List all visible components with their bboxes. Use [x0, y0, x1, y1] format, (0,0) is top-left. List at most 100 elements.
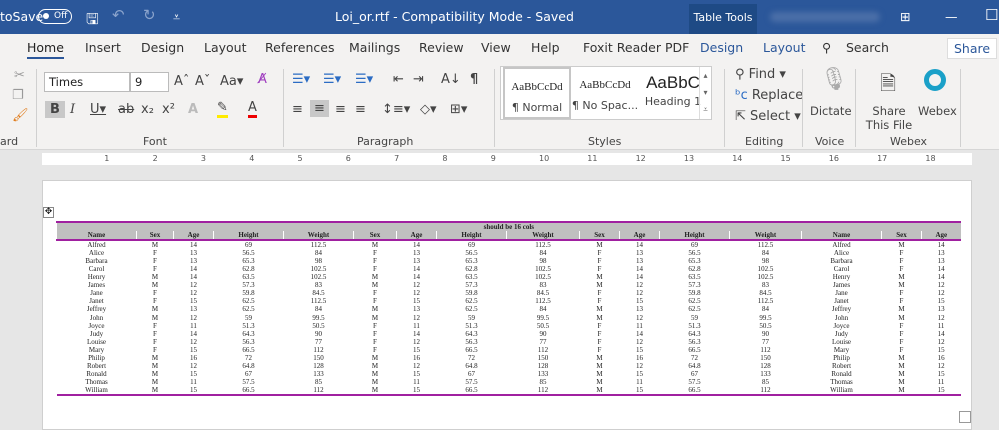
underline-button[interactable]: U▾	[90, 102, 106, 117]
bold-button[interactable]: B	[45, 101, 65, 118]
ruler-number: 11	[587, 154, 598, 163]
table-cell: M	[898, 305, 905, 314]
table-cell: M	[371, 353, 379, 362]
change-case-icon[interactable]: Aa▾	[220, 74, 243, 89]
table-cell: 11	[636, 377, 643, 386]
table-cell: 15	[190, 297, 197, 306]
table-cell: M	[596, 273, 603, 282]
ribbon-display-icon[interactable]: ⊞	[900, 9, 910, 24]
line-spacing-icon[interactable]: ↕≡▾	[382, 102, 410, 117]
format-painter-icon[interactable]: 🖌	[12, 108, 29, 123]
table-cell: 57.5	[688, 377, 701, 386]
table-cell: 128	[313, 361, 324, 370]
shading-icon[interactable]: ◇▾	[420, 102, 437, 117]
sort-icon[interactable]: A↓	[441, 72, 461, 87]
table-cell: 12	[190, 313, 197, 322]
find-button[interactable]: ⚲ Find ▾	[735, 67, 786, 82]
paragraph-group-label: Paragraph	[357, 135, 414, 148]
styles-scroll[interactable]: ▴ ▾ ⩡	[699, 67, 711, 119]
minimize-icon[interactable]: —	[945, 9, 958, 24]
tab-mailings[interactable]: Mailings	[349, 40, 400, 55]
align-right-icon[interactable]: ≡	[335, 102, 346, 117]
strikethrough-button[interactable]: ab	[118, 102, 134, 117]
grow-font-icon[interactable]: Aˆ	[174, 74, 189, 89]
table-cell: M	[371, 369, 379, 378]
column-header: Age	[920, 231, 961, 242]
align-center-icon[interactable]: ≡	[310, 100, 329, 117]
increase-indent-icon[interactable]: ⇥	[413, 72, 424, 87]
table-cell: Joyce	[88, 321, 105, 330]
font-size-input[interactable]: 9	[130, 72, 169, 92]
column-header: Age	[396, 231, 437, 242]
share-button[interactable]: Share	[947, 38, 998, 59]
customize-toolbar-icon[interactable]: ⩡	[173, 9, 180, 25]
table-cell: Ronald	[831, 369, 852, 378]
table-cell: 14	[937, 329, 945, 338]
table-cell: 13	[937, 257, 945, 266]
tab-table-design[interactable]: Design	[700, 40, 743, 55]
tab-table-layout[interactable]: Layout	[763, 40, 806, 55]
autosave-toggle[interactable]: Off	[38, 9, 72, 24]
copy-icon[interactable]: ❐	[12, 88, 24, 103]
table-cell: John	[834, 313, 849, 322]
share-this-file-button[interactable]: Share This File	[863, 104, 915, 132]
font-color-icon[interactable]: A	[248, 100, 257, 118]
text-effects-icon[interactable]: A	[188, 102, 198, 117]
cut-icon[interactable]: ✂	[14, 68, 25, 83]
borders-icon[interactable]: ⊞▾	[450, 102, 467, 117]
numbering-icon[interactable]: ☰▾	[323, 72, 341, 87]
table-cell: F	[597, 297, 602, 306]
horizontal-ruler[interactable]: 1 2 3 4 5 6 7 8 9 10 11 12 13 14 15 16 17 18	[42, 153, 972, 165]
redo-icon[interactable]: ↻	[143, 6, 156, 24]
table-cell: 98	[762, 257, 769, 266]
table-cell: M	[881, 385, 922, 396]
style-no-spacing[interactable]: AaBbCcDd ¶ No Spac...	[571, 67, 639, 119]
highlight-icon[interactable]: ✎	[217, 100, 228, 118]
undo-icon[interactable]: ↶	[112, 6, 125, 24]
maximize-icon[interactable]: ☐	[985, 6, 998, 24]
font-name-input[interactable]: Times	[44, 72, 130, 92]
table-move-handle-icon[interactable]: ✥	[43, 207, 54, 218]
table-cell: 11	[937, 321, 945, 330]
tab-foxit[interactable]: Foxit Reader PDF	[583, 40, 689, 55]
italic-button[interactable]: I	[70, 102, 75, 117]
table-cell: Barbara	[830, 257, 853, 266]
table-cell: 13	[190, 249, 197, 258]
table-cell: 14	[636, 241, 643, 250]
webex-button[interactable]: Webex	[918, 104, 957, 118]
tab-design[interactable]: Design	[141, 40, 184, 55]
style-label: Heading 1	[644, 95, 702, 108]
show-formatting-icon[interactable]: ¶	[470, 72, 478, 87]
subscript-button[interactable]: x₂	[141, 102, 154, 117]
align-left-icon[interactable]: ≡	[292, 102, 303, 117]
search-icon[interactable]: ⚲	[822, 40, 831, 55]
replace-button[interactable]: ᵇc Replace	[735, 88, 803, 103]
justify-icon[interactable]: ≡	[355, 102, 366, 117]
tab-references[interactable]: References	[265, 40, 334, 55]
clear-formatting-icon[interactable]: A̸	[258, 72, 267, 87]
style-normal[interactable]: AaBbCcDd ¶ Normal	[503, 67, 571, 119]
tab-layout[interactable]: Layout	[204, 40, 247, 55]
table-cell: Barbara	[85, 257, 108, 266]
table-cell: 102.5	[535, 273, 551, 282]
table-cell: F	[373, 345, 377, 354]
user-account[interactable]	[770, 12, 880, 22]
shrink-font-icon[interactable]: Aˇ	[195, 74, 210, 89]
multilevel-list-icon[interactable]: ☰▾	[355, 72, 373, 87]
search-box[interactable]: Search	[846, 40, 889, 55]
table-cell: Philip	[833, 353, 850, 362]
bullets-icon[interactable]: ☰▾	[292, 72, 310, 87]
tab-insert[interactable]: Insert	[85, 40, 121, 55]
superscript-button[interactable]: x²	[162, 102, 175, 117]
tab-review[interactable]: Review	[419, 40, 464, 55]
tab-help[interactable]: Help	[531, 40, 560, 55]
table-resize-handle[interactable]	[959, 411, 971, 423]
decrease-indent-icon[interactable]: ⇤	[393, 72, 404, 87]
dictate-button[interactable]: Dictate	[810, 104, 852, 118]
tab-view[interactable]: View	[481, 40, 511, 55]
tab-home[interactable]: Home	[27, 40, 64, 59]
table-cell: Janet	[834, 297, 849, 306]
style-heading-1[interactable]: AaBbC Heading 1	[639, 67, 707, 119]
select-button[interactable]: ⇱ Select ▾	[735, 109, 801, 124]
save-icon[interactable]: 🖫	[86, 9, 99, 34]
